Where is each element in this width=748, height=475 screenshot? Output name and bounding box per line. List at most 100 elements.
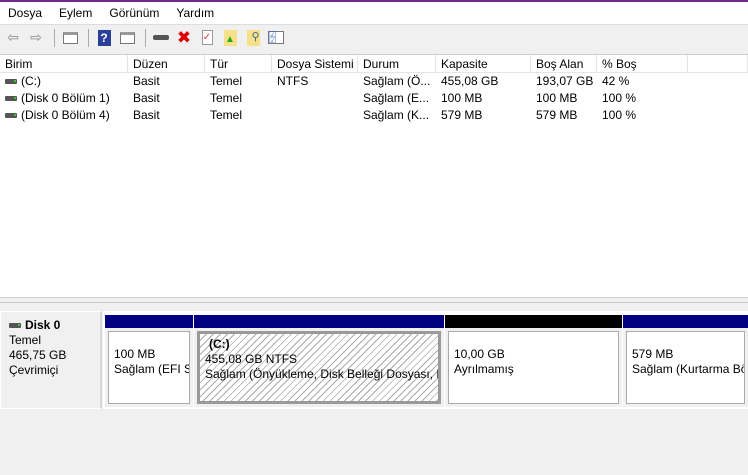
- forward-icon[interactable]: ⇨: [26, 28, 46, 48]
- disk-size: 465,75 GB: [9, 348, 67, 362]
- partition-size: 100 MB: [114, 347, 156, 361]
- table-cell: Temel: [205, 90, 272, 107]
- partition-info: 100 MBSağlam (EFI Sistem Bölümü): [108, 331, 190, 404]
- table-cell: 579 MB: [436, 107, 531, 124]
- partition-info: (C:) 455,08 GB NTFS Sağlam (Önyükleme, Dis…: [197, 331, 441, 404]
- table-cell: 455,08 GB: [436, 73, 531, 90]
- partition-size: 579 MB: [632, 347, 674, 361]
- cell-text: Sağlam (E...: [363, 91, 430, 105]
- table-cell: 193,07 GB: [531, 73, 597, 90]
- column-header-yuzde-bos[interactable]: % Boş: [597, 55, 688, 72]
- properties-icon[interactable]: ✓: [197, 28, 217, 48]
- menu-eylem[interactable]: Eylem: [59, 6, 92, 20]
- partition-status: Sağlam (Önyükleme, Disk Belleği Dosyası,…: [205, 367, 438, 381]
- partition-info: 579 MBSağlam (Kurtarma Bölümü): [626, 331, 745, 404]
- disk-graphical-view: Disk 0 Temel 465,75 GB Çevrimiçi 100 MB S…: [0, 303, 748, 475]
- help-icon[interactable]: ?: [94, 28, 114, 48]
- volume-list: Birim Düzen Tür Dosya Sistemi Durum Kapa…: [0, 54, 748, 297]
- open-folder-icon[interactable]: ▲: [220, 28, 240, 48]
- cell-text: Basit: [133, 74, 160, 88]
- disk-0-label[interactable]: Disk 0 Temel 465,75 GB Çevrimiçi: [0, 311, 102, 409]
- partition-3[interactable]: 579 MBSağlam (Kurtarma Bölümü): [623, 315, 748, 407]
- cell-text: 42 %: [602, 74, 630, 88]
- menu-yardim[interactable]: Yardım: [176, 6, 214, 20]
- column-header-kapasite[interactable]: Kapasite: [436, 55, 531, 72]
- disk-type: Temel: [9, 333, 42, 347]
- disk-name: Disk 0: [25, 318, 61, 332]
- back-icon[interactable]: ⇦: [3, 28, 23, 48]
- connect-disk-icon[interactable]: [151, 28, 171, 48]
- menu-gorunum[interactable]: Görünüm: [109, 6, 159, 20]
- column-header-durum[interactable]: Durum: [358, 55, 436, 72]
- table-cell: 100 %: [597, 90, 688, 107]
- partition-bar: [105, 315, 193, 328]
- drive-icon: [5, 113, 17, 119]
- partition-size: 455,08 GB NTFS: [205, 352, 298, 366]
- column-header-empty: [688, 55, 748, 72]
- partition-2[interactable]: 10,00 GB Ayrılmamış: [445, 315, 622, 407]
- table-row[interactable]: (Disk 0 Bölüm 1) Basit Temel Sağlam (E... 10…: [0, 90, 748, 107]
- column-headers: Birim Düzen Tür Dosya Sistemi Durum Kapa…: [0, 55, 748, 73]
- table-cell: Temel: [205, 107, 272, 124]
- table-cell: (C:): [0, 73, 128, 90]
- checklist-icon[interactable]: ☑ ☑: [266, 28, 286, 48]
- cell-text: Basit: [133, 108, 160, 122]
- toolbar-separator: [88, 28, 89, 47]
- table-cell: Sağlam (E...: [358, 90, 436, 107]
- table-cell: Sağlam (K...: [358, 107, 436, 124]
- menu-dosya[interactable]: Dosya: [8, 6, 42, 20]
- drive-icon: [5, 96, 17, 102]
- column-header-birim[interactable]: Birim: [0, 55, 128, 72]
- partition-strip: 100 MBSağlam (EFI Sistem Bölümü)(C:)455,…: [103, 311, 748, 409]
- cell-text: (C:): [21, 74, 41, 88]
- table-cell: 100 MB: [436, 90, 531, 107]
- partition-name: (C:): [209, 337, 230, 351]
- partition-1[interactable]: (C:) 455,08 GB NTFS Sağlam (Önyükleme, Dis…: [194, 315, 444, 407]
- explore-icon[interactable]: ⚲: [243, 28, 263, 48]
- toolbar: ⇦ ⇨ ? ✖ ✓ ▲ ⚲ ☑ ☑: [0, 24, 748, 50]
- table-cell: 42 %: [597, 73, 688, 90]
- partition-size: 10,00 GB: [454, 347, 505, 361]
- partition-bar: [445, 315, 622, 328]
- cell-text: 100 MB: [441, 91, 483, 105]
- partition-status: Ayrılmamış: [454, 362, 514, 376]
- disk-icon: [9, 323, 21, 329]
- cell-text: 193,07 GB: [536, 74, 594, 88]
- table-row[interactable]: (C:) Basit Temel NTFS Sağlam (Ö... 455,08 GB 1…: [0, 73, 748, 90]
- table-cell: (Disk 0 Bölüm 1): [0, 90, 128, 107]
- cell-text: Sağlam (K...: [363, 108, 430, 122]
- table-cell: 100 %: [597, 107, 688, 124]
- table-cell: Basit: [128, 107, 205, 124]
- column-header-dosya-sistemi[interactable]: Dosya Sistemi: [272, 55, 358, 72]
- table-cell: Sağlam (Ö...: [358, 73, 436, 90]
- table-cell: [272, 90, 358, 107]
- cell-text: 100 MB: [536, 91, 578, 105]
- table-cell: 100 MB: [531, 90, 597, 107]
- cell-text: Temel: [210, 74, 243, 88]
- cell-text: (Disk 0 Bölüm 4): [21, 108, 110, 122]
- table-cell: 579 MB: [531, 107, 597, 124]
- table-row[interactable]: (Disk 0 Bölüm 4) Basit Temel Sağlam (K... 57…: [0, 107, 748, 124]
- partition-bar: [194, 315, 444, 328]
- column-header-tur[interactable]: Tür: [205, 55, 272, 72]
- cell-text: (Disk 0 Bölüm 1): [21, 91, 110, 105]
- table-cell: Basit: [128, 90, 205, 107]
- cell-text: 100 %: [602, 91, 637, 105]
- cell-text: 455,08 GB: [441, 74, 499, 88]
- cell-text: Temel: [210, 91, 243, 105]
- partition-0[interactable]: 100 MBSağlam (EFI Sistem Bölümü): [105, 315, 193, 407]
- table-cell: [272, 107, 358, 124]
- partition-status: Sağlam (EFI Sistem Bölümü): [114, 362, 189, 376]
- cell-text: 100 %: [602, 108, 637, 122]
- menu-bar: Dosya Eylem Görünüm Yardım: [0, 2, 748, 24]
- column-header-duzen[interactable]: Düzen: [128, 55, 205, 72]
- cell-text: NTFS: [277, 74, 309, 88]
- partition-bar: [623, 315, 748, 328]
- console-tree-icon[interactable]: [60, 28, 80, 48]
- action-pane-icon[interactable]: [117, 28, 137, 48]
- column-header-bos-alan[interactable]: Boş Alan: [531, 55, 597, 72]
- delete-icon[interactable]: ✖: [174, 28, 194, 48]
- cell-text: 579 MB: [441, 108, 483, 122]
- disk-status: Çevrimiçi: [9, 363, 59, 377]
- table-cell: Basit: [128, 73, 205, 90]
